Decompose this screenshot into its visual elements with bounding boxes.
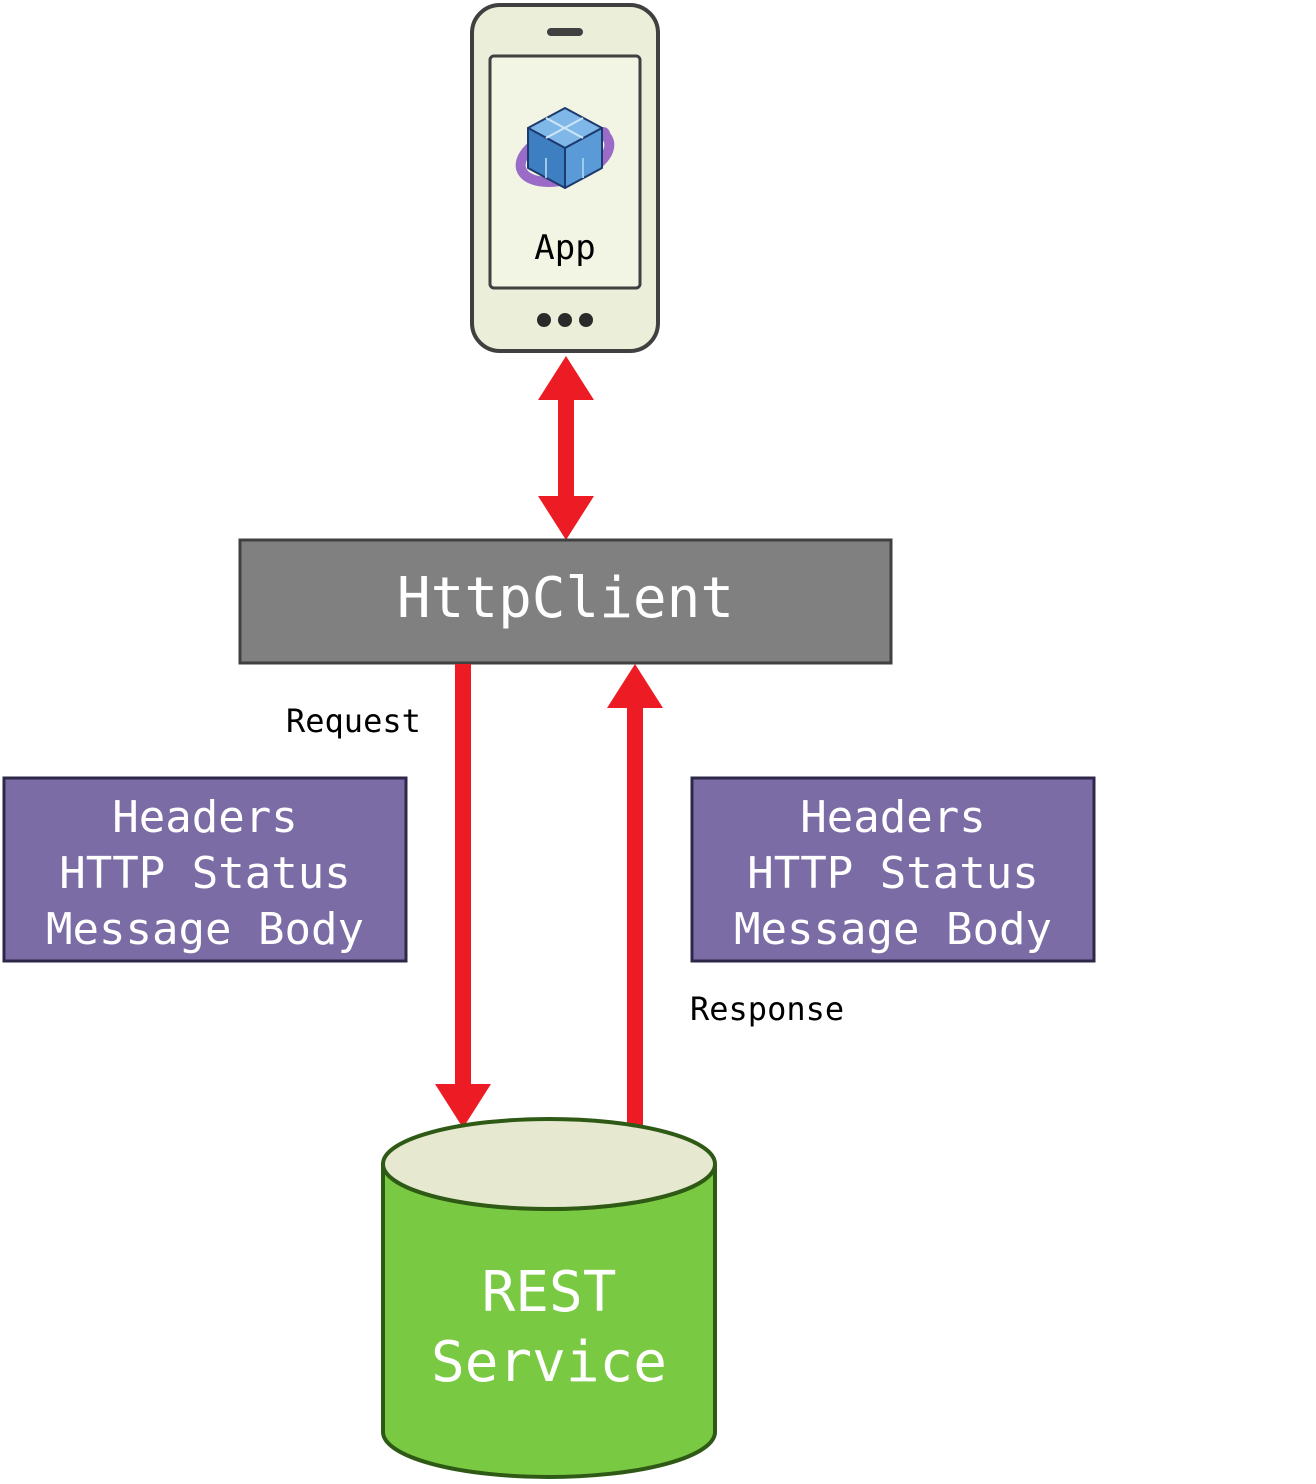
response-box-line1: Headers <box>692 790 1094 845</box>
arrow-app-httpclient <box>538 356 594 540</box>
arrow-request <box>435 664 491 1128</box>
diagram-root: { "phone": { "app_label": "App" }, "http… <box>0 0 1316 1484</box>
response-box-line3: Message Body <box>692 902 1094 957</box>
httpclient-label: HttpClient <box>240 564 891 634</box>
cylinder-line2: Service <box>383 1328 715 1398</box>
cylinder-line1: REST <box>383 1258 715 1328</box>
phone-device <box>472 5 658 351</box>
request-box-line2: HTTP Status <box>4 846 406 901</box>
response-box-line2: HTTP Status <box>692 846 1094 901</box>
request-label: Request <box>286 702 421 740</box>
request-box-line1: Headers <box>4 790 406 845</box>
request-box-line3: Message Body <box>4 902 406 957</box>
app-label: App <box>490 228 640 268</box>
arrow-response <box>607 664 663 1130</box>
response-label: Response <box>690 990 844 1028</box>
